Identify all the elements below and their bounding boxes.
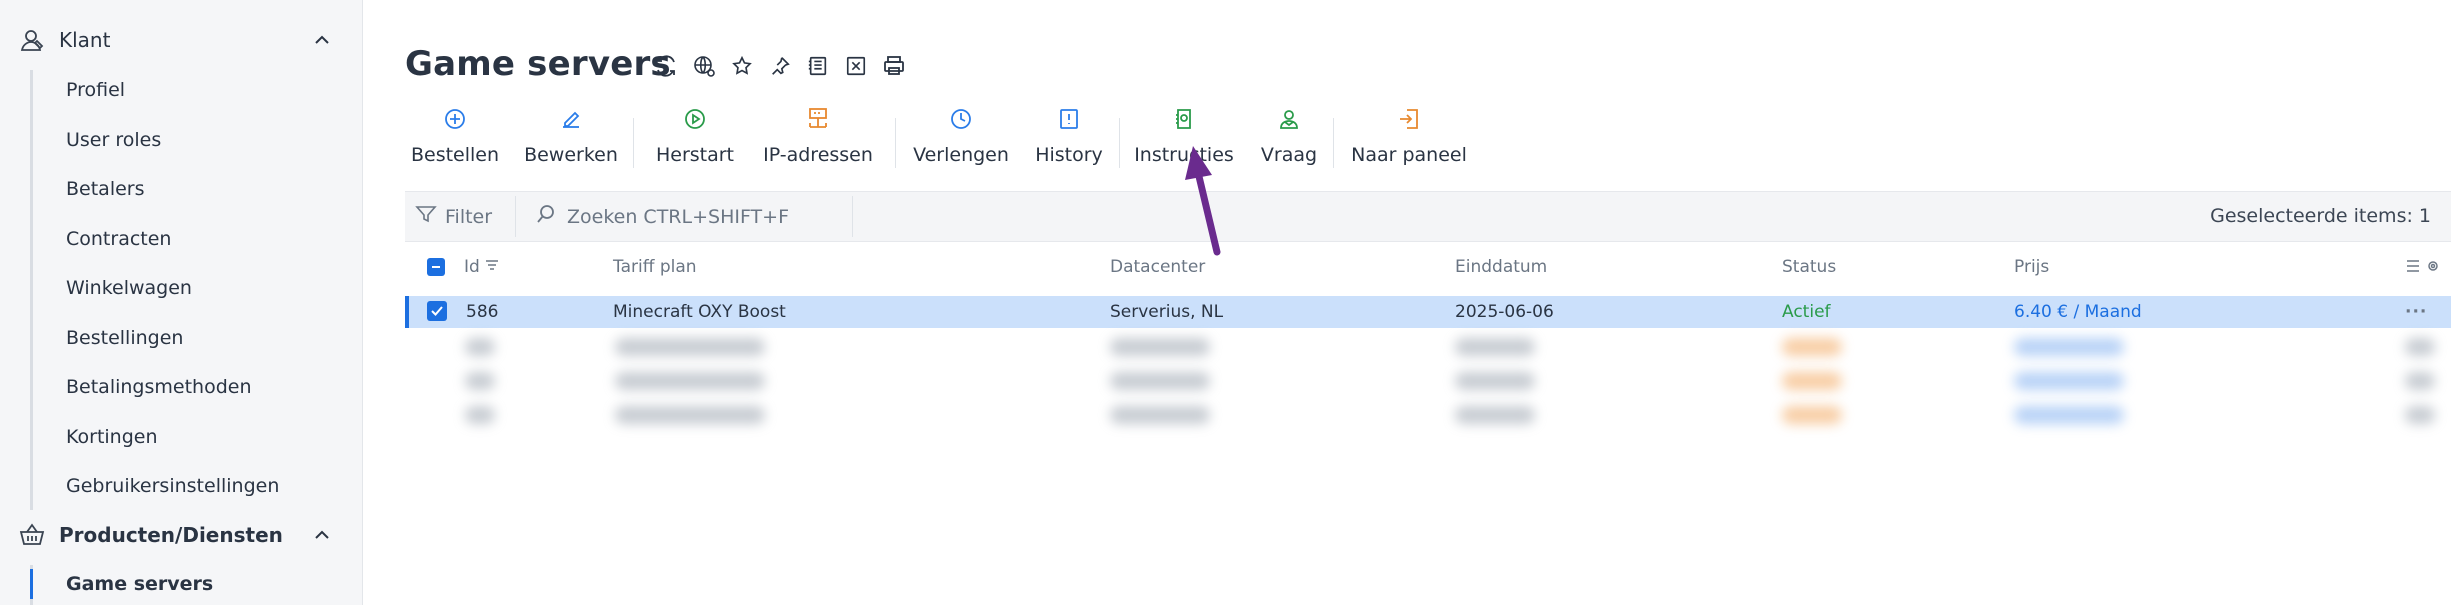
restart-button[interactable]: Herstart (650, 104, 740, 170)
history-button[interactable]: History (1031, 104, 1107, 170)
basket-icon (17, 520, 47, 550)
column-header-price[interactable]: Prijs (2014, 248, 2049, 286)
toolbar-separator (633, 118, 634, 168)
instructions-icon (1172, 104, 1196, 134)
annotation-arrow-icon (1185, 146, 1221, 256)
filter-icon (415, 204, 437, 229)
column-header-end-date[interactable]: Einddatum (1455, 248, 1547, 286)
excel-export-icon[interactable] (840, 50, 872, 82)
ip-addresses-label: IP-adressen (763, 144, 873, 166)
row-more-icon[interactable]: ··· (2405, 296, 2427, 328)
search-separator (852, 196, 853, 237)
order-label: Bestellen (410, 144, 500, 166)
sidebar-section-products[interactable]: Producten/Diensten (0, 513, 362, 557)
question-label: Vraag (1260, 144, 1318, 166)
plus-circle-icon (443, 104, 467, 134)
sidebar-item-gebruikersinstellingen[interactable]: Gebruikersinstellingen (66, 471, 279, 501)
column-settings-icon[interactable] (2405, 250, 2441, 288)
globe-settings-icon[interactable] (688, 50, 720, 82)
toolbar-separator (895, 118, 896, 168)
filter-separator (515, 196, 516, 237)
chevron-up-icon[interactable] (310, 28, 334, 52)
column-header-tariff-plan[interactable]: Tariff plan (613, 248, 697, 286)
restart-label: Herstart (655, 144, 735, 166)
edit-label: Bewerken (524, 144, 618, 166)
toolbar-separator (1119, 118, 1120, 168)
to-panel-button[interactable]: Naar paneel (1349, 104, 1469, 170)
refresh-icon[interactable] (650, 50, 682, 82)
title-actions (650, 50, 910, 82)
cell-price[interactable]: 6.40 € / Maand (2014, 296, 2142, 328)
filter-bar: Filter Zoeken CTRL+SHIFT+F Geselecteerde… (405, 191, 2451, 242)
search-placeholder: Zoeken CTRL+SHIFT+F (567, 205, 790, 228)
pin-icon[interactable] (764, 50, 796, 82)
sidebar-item-contracten[interactable]: Contracten (66, 224, 171, 254)
support-person-icon (1277, 104, 1301, 134)
renew-button[interactable]: Verlengen (913, 104, 1009, 170)
sidebar-item-betalers[interactable]: Betalers (66, 174, 145, 204)
selected-items-count: Geselecteerde items: 1 (2210, 205, 2431, 227)
document-list-icon[interactable] (802, 50, 834, 82)
sidebar-item-kortingen[interactable]: Kortingen (66, 422, 158, 452)
sidebar-item-game-servers[interactable]: Game servers (66, 569, 213, 599)
user-icon (17, 25, 47, 55)
select-all-checkbox[interactable] (427, 258, 445, 276)
toolbar-separator (1333, 118, 1334, 168)
to-panel-label: Naar paneel (1351, 144, 1467, 166)
clock-icon (949, 104, 973, 134)
renew-label: Verlengen (913, 144, 1009, 166)
table-row[interactable]: 586 Minecraft OXY Boost Serverius, NL 20… (405, 296, 2451, 328)
sidebar-item-profiel[interactable]: Profiel (66, 75, 125, 105)
row-selected-indicator (405, 296, 409, 328)
search-input[interactable]: Zoeken CTRL+SHIFT+F (535, 192, 855, 241)
network-icon (805, 104, 831, 134)
chevron-up-icon[interactable] (310, 523, 334, 547)
history-book-icon (1057, 104, 1081, 134)
cell-datacenter: Serverius, NL (1110, 302, 1224, 322)
sidebar-item-bestellingen[interactable]: Bestellingen (66, 323, 183, 353)
print-icon[interactable] (878, 50, 910, 82)
cell-status: Actief (1782, 302, 1831, 322)
sidebar-tree-line (30, 70, 33, 510)
question-button[interactable]: Vraag (1257, 104, 1321, 170)
pencil-icon (559, 104, 583, 134)
cell-end-date: 2025-06-06 (1455, 302, 1554, 322)
sidebar-item-winkelwagen[interactable]: Winkelwagen (66, 273, 192, 303)
page-title: Game servers (405, 44, 671, 84)
blurred-row (405, 364, 2451, 398)
ip-addresses-button[interactable]: IP-adressen (763, 104, 873, 170)
active-item-indicator (30, 569, 33, 599)
blurred-row (405, 398, 2451, 432)
sidebar-section-client[interactable]: Klant (0, 18, 362, 62)
star-icon[interactable] (726, 50, 758, 82)
cell-tariff-plan: Minecraft OXY Boost (613, 302, 786, 322)
column-label: Id (464, 257, 480, 277)
column-header-id[interactable]: Id (464, 248, 499, 286)
filter-button[interactable]: Filter (415, 192, 492, 241)
sidebar-section-label: Producten/Diensten (59, 523, 283, 547)
filter-label: Filter (445, 205, 493, 228)
restart-icon (683, 104, 707, 134)
blurred-row (405, 330, 2451, 364)
table-header: Id Tariff plan Datacenter Einddatum Stat… (405, 248, 2451, 286)
history-label: History (1035, 144, 1103, 166)
sort-icon[interactable] (485, 248, 499, 286)
enter-panel-icon (1397, 104, 1421, 134)
cell-id: 586 (466, 302, 499, 322)
order-button[interactable]: Bestellen (410, 104, 500, 170)
search-icon (535, 203, 557, 230)
sidebar-section-label: Klant (59, 28, 111, 52)
column-header-status[interactable]: Status (1782, 248, 1836, 286)
row-checkbox[interactable] (427, 301, 447, 321)
sidebar: Klant Profiel User roles Betalers Contracte… (0, 0, 362, 605)
sidebar-item-user-roles[interactable]: User roles (66, 125, 161, 155)
edit-button[interactable]: Bewerken (521, 104, 621, 170)
sidebar-item-betalingsmethoden[interactable]: Betalingsmethoden (66, 372, 251, 402)
